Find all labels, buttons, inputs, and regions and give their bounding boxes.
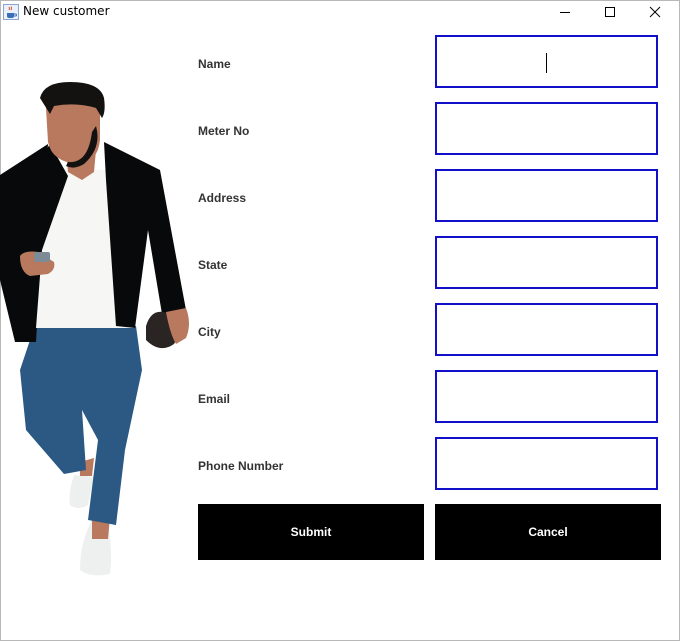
state-field[interactable]	[435, 236, 658, 289]
window-title: New customer	[23, 4, 110, 18]
address-field[interactable]	[435, 169, 658, 222]
close-icon	[649, 6, 660, 18]
customer-illustration	[0, 82, 189, 576]
minimize-button[interactable]	[542, 1, 587, 23]
address-label: Address	[198, 191, 247, 205]
submit-button[interactable]: Submit	[198, 504, 424, 560]
email-label: Email	[198, 392, 231, 406]
meter-no-field[interactable]	[435, 102, 658, 155]
phone-number-label: Phone Number	[198, 459, 284, 473]
title-bar[interactable]: New customer	[1, 1, 679, 23]
maximize-button[interactable]	[587, 1, 632, 23]
minimize-icon	[559, 12, 570, 13]
text-cursor	[546, 53, 547, 73]
close-button[interactable]	[632, 1, 677, 23]
name-label: Name	[198, 57, 231, 71]
phone-number-field[interactable]	[435, 437, 658, 490]
state-label: State	[198, 258, 228, 272]
java-cup-icon	[3, 4, 19, 20]
city-label: City	[198, 325, 221, 339]
email-field[interactable]	[435, 370, 658, 423]
cancel-button[interactable]: Cancel	[435, 504, 661, 560]
city-field[interactable]	[435, 303, 658, 356]
meter-no-label: Meter No	[198, 124, 250, 138]
maximize-icon	[604, 7, 615, 17]
